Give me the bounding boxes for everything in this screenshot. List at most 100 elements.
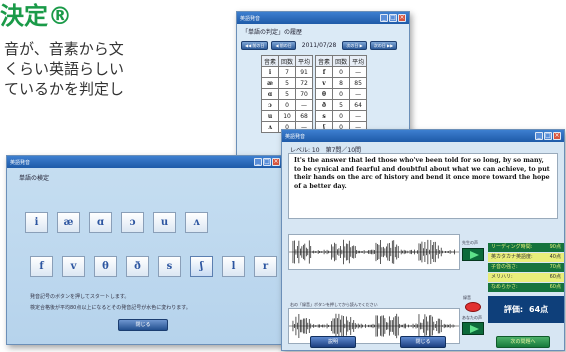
column-header: 回数 — [278, 55, 297, 67]
phoneme-key[interactable]: l — [222, 256, 245, 277]
column-header: 音素 — [260, 55, 280, 67]
phoneme-key[interactable]: i — [25, 212, 48, 233]
minimize-icon[interactable]: _ — [254, 158, 262, 166]
score-label: 子音の強さ: — [491, 264, 518, 270]
close-icon[interactable]: × — [398, 14, 406, 22]
table-row: ð 5 64 — [315, 99, 368, 111]
next-button[interactable]: 次の日 ▶ — [342, 41, 367, 50]
average-cell: — — [349, 66, 368, 78]
maximize-icon[interactable]: □ — [263, 158, 271, 166]
phoneme-key[interactable]: ð — [126, 256, 149, 277]
phoneme-cell: i — [260, 66, 280, 78]
phoneme-note-1: 発音記号のボタンを押してスタートします。 — [30, 294, 130, 300]
count-cell: 0 — [332, 110, 351, 122]
phoneme-key[interactable]: ɑ — [89, 212, 112, 233]
score-value: 40点 — [549, 254, 561, 260]
phoneme-key[interactable]: v — [62, 256, 85, 277]
model-waveform — [288, 234, 460, 270]
score-row: 英カタカナ英語度: 40点 — [488, 253, 564, 262]
reading-window-title: 英語発音 — [285, 133, 306, 140]
count-cell: 8 — [332, 77, 351, 89]
model-voice-label: 先生の声 — [462, 240, 478, 245]
phoneme-key[interactable]: s — [158, 256, 181, 277]
average-cell: — — [295, 99, 314, 111]
average-cell: — — [349, 88, 368, 100]
history-window-title: 英語発音 — [240, 15, 261, 22]
next-question-button[interactable]: 次の問題へ — [496, 336, 550, 348]
next-next-button[interactable]: 次の日 ▶▶ — [369, 41, 398, 50]
average-cell: — — [349, 110, 368, 122]
history-table-left: 音素 回数 平均 i 7 91 æ 5 72 ɑ 5 70 ɔ 0— u 10 68 ʌ 0— — [260, 55, 314, 133]
reading-window: 英語発音 _ □ × レベル: 10 第7問／10問 It's the answ… — [281, 129, 565, 351]
minimize-icon[interactable]: _ — [380, 14, 388, 22]
prev-prev-button[interactable]: ◀◀ 前の日 — [241, 41, 269, 50]
maximize-icon[interactable]: □ — [544, 132, 552, 140]
count-cell: 7 — [278, 66, 297, 78]
phoneme-cell: u — [260, 110, 280, 122]
table-row: s 0— — [315, 110, 368, 122]
phoneme-key[interactable]: æ — [57, 212, 80, 233]
phoneme-key[interactable]: θ — [94, 256, 117, 277]
phoneme-titlebar: 英語発音 _ □ × — [7, 156, 283, 168]
your-voice-label: あなたの声 — [462, 315, 482, 320]
history-date: 2011/07/28 — [301, 42, 337, 49]
play-model-button[interactable] — [462, 248, 484, 261]
table-row: ɔ 0— — [260, 99, 314, 111]
table-row: f 0— — [315, 66, 368, 78]
play-user-button[interactable] — [462, 322, 484, 335]
table-row: æ 5 72 — [260, 77, 314, 89]
evaluation-box: 評価: 64点 — [488, 296, 564, 323]
phoneme-close-button[interactable]: 閉じる — [118, 319, 168, 331]
phoneme-window-title: 英語発音 — [10, 159, 31, 166]
heading-line-3: ているかを判定し — [4, 80, 125, 98]
evaluation-label: 評価: — [503, 305, 524, 314]
count-cell: 0 — [278, 99, 297, 111]
phoneme-key[interactable]: r — [254, 256, 277, 277]
phoneme-key[interactable]: u — [153, 212, 176, 233]
phoneme-cell: ʌ — [260, 121, 280, 133]
table-row: i 7 91 — [260, 66, 314, 78]
phoneme-cell: s — [315, 110, 334, 122]
count-cell: 0 — [332, 66, 351, 78]
count-cell: 5 — [278, 77, 297, 89]
score-row: メリハリ: 60点 — [488, 273, 564, 282]
minimize-icon[interactable]: _ — [535, 132, 543, 140]
phoneme-key[interactable]: ʌ — [185, 212, 208, 233]
phoneme-key[interactable]: f — [30, 256, 53, 277]
phoneme-key[interactable]: ʃ — [190, 256, 213, 277]
score-row: なめらかさ: 60点 — [488, 283, 564, 292]
record-button[interactable] — [465, 302, 481, 312]
score-value: 60点 — [549, 274, 561, 280]
average-cell: 85 — [349, 77, 368, 89]
screenshot-page: 決定® 音が、音素から文 くらい英語らしい ているかを判定し 英語発音 _ □ … — [0, 0, 566, 352]
phoneme-cell: f — [315, 66, 334, 78]
reading-close-button[interactable]: 閉じる — [400, 336, 446, 348]
score-label: なめらかさ: — [491, 284, 518, 290]
score-row: 子音の強さ: 70点 — [488, 263, 564, 272]
column-header: 回数 — [332, 55, 351, 67]
table-row: ɑ 5 70 — [260, 88, 314, 100]
count-cell: 5 — [278, 88, 297, 100]
phoneme-cell: æ — [260, 77, 280, 89]
score-panel: リーディング時間: 90点 英カタカナ英語度: 40点 子音の強さ: 70点メリハリ: 60… — [488, 243, 564, 293]
average-cell: 91 — [295, 66, 314, 78]
maximize-icon[interactable]: □ — [389, 14, 397, 22]
table-row: v 8 85 — [315, 77, 368, 89]
score-row: リーディング時間: 90点 — [488, 243, 564, 252]
heading-line-1: 音が、音素から文 — [4, 40, 124, 58]
phoneme-key[interactable]: ɔ — [121, 212, 144, 233]
history-subtitle: 「単語の判定」の履歴 — [242, 29, 303, 36]
reading-passage: It's the answer that led those who've be… — [288, 153, 558, 219]
page-heading: 決定® — [0, 2, 72, 30]
score-label: リーディング時間: — [491, 244, 533, 250]
score-label: メリハリ: — [491, 274, 513, 280]
close-icon[interactable]: × — [272, 158, 280, 166]
explain-button[interactable]: 説明 — [310, 336, 356, 348]
phoneme-cell: ð — [315, 99, 334, 111]
close-icon[interactable]: × — [553, 132, 561, 140]
column-header: 平均 — [349, 55, 368, 67]
reading-titlebar: 英語発音 _ □ × — [282, 130, 564, 142]
prev-button[interactable]: ◀ 前の日 — [271, 41, 296, 50]
score-value: 70点 — [549, 264, 561, 270]
column-header: 音素 — [315, 55, 334, 67]
